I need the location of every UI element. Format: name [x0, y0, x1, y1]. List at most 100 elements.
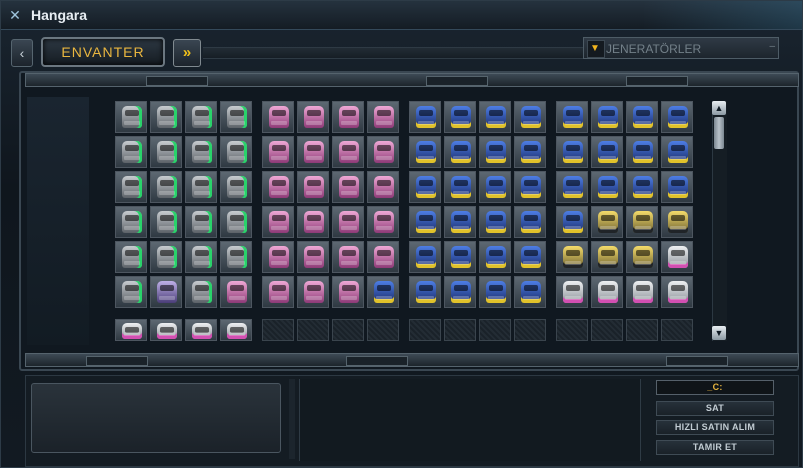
inventory-slot[interactable]: [367, 101, 399, 133]
inventory-slot[interactable]: [444, 101, 476, 133]
inventory-slot[interactable]: [479, 206, 511, 238]
inventory-slot[interactable]: [115, 241, 147, 273]
inventory-slot[interactable]: [479, 171, 511, 203]
inventory-slot[interactable]: [150, 206, 182, 238]
inventory-slot[interactable]: [220, 241, 252, 273]
empty-slot[interactable]: [479, 319, 511, 341]
inventory-slot[interactable]: [115, 136, 147, 168]
inventory-slot[interactable]: [297, 136, 329, 168]
inventory-slot[interactable]: [444, 171, 476, 203]
scroll-thumb[interactable]: [714, 117, 724, 149]
inventory-slot[interactable]: [409, 241, 441, 273]
inventory-slot[interactable]: [444, 241, 476, 273]
inventory-slot[interactable]: [150, 101, 182, 133]
inventory-slot[interactable]: [626, 136, 658, 168]
inventory-slot[interactable]: [185, 101, 217, 133]
inventory-slot[interactable]: [185, 136, 217, 168]
inventory-slot[interactable]: [297, 171, 329, 203]
inventory-slot[interactable]: [262, 206, 294, 238]
inventory-slot[interactable]: [185, 276, 217, 308]
inventory-slot[interactable]: [514, 101, 546, 133]
inventory-slot[interactable]: [115, 319, 147, 341]
inventory-slot[interactable]: [479, 241, 511, 273]
sell-button[interactable]: SAT: [656, 401, 774, 416]
empty-slot[interactable]: [556, 319, 588, 341]
inventory-slot[interactable]: [115, 206, 147, 238]
empty-slot[interactable]: [591, 319, 623, 341]
inventory-slot[interactable]: [185, 241, 217, 273]
inventory-slot[interactable]: [150, 319, 182, 341]
inventory-slot[interactable]: [626, 241, 658, 273]
inventory-slot[interactable]: [479, 101, 511, 133]
inventory-slot[interactable]: [332, 136, 364, 168]
inventory-slot[interactable]: [150, 241, 182, 273]
empty-slot[interactable]: [514, 319, 546, 341]
inventory-slot[interactable]: [409, 101, 441, 133]
inventory-slot[interactable]: [514, 171, 546, 203]
inventory-slot[interactable]: [367, 136, 399, 168]
inventory-slot[interactable]: [150, 171, 182, 203]
inventory-slot[interactable]: [444, 276, 476, 308]
inventory-slot[interactable]: [479, 136, 511, 168]
inventory-slot[interactable]: [150, 276, 182, 308]
inventory-slot[interactable]: [367, 276, 399, 308]
empty-slot[interactable]: [626, 319, 658, 341]
inventory-slot[interactable]: [591, 101, 623, 133]
inventory-slot[interactable]: [332, 206, 364, 238]
inventory-slot[interactable]: [115, 171, 147, 203]
inventory-slot[interactable]: [220, 276, 252, 308]
empty-slot[interactable]: [444, 319, 476, 341]
inventory-slot[interactable]: [591, 241, 623, 273]
inventory-slot[interactable]: [626, 276, 658, 308]
inventory-slot[interactable]: [150, 136, 182, 168]
inventory-slot[interactable]: [115, 101, 147, 133]
inventory-slot[interactable]: [220, 171, 252, 203]
inventory-slot[interactable]: [409, 171, 441, 203]
inventory-slot[interactable]: [444, 206, 476, 238]
inventory-slot[interactable]: [626, 206, 658, 238]
inventory-slot[interactable]: [185, 206, 217, 238]
inventory-slot[interactable]: [444, 136, 476, 168]
inventory-slot[interactable]: [115, 276, 147, 308]
inventory-slot[interactable]: [332, 171, 364, 203]
category-dropdown[interactable]: ▼ JENERATÖRLER –: [583, 37, 779, 59]
inventory-slot[interactable]: [297, 241, 329, 273]
empty-slot[interactable]: [367, 319, 399, 341]
inventory-slot[interactable]: [556, 101, 588, 133]
prev-tab-button[interactable]: ‹: [11, 39, 33, 67]
inventory-slot[interactable]: [262, 241, 294, 273]
inventory-slot[interactable]: [556, 136, 588, 168]
inventory-slot[interactable]: [262, 101, 294, 133]
inventory-slot[interactable]: [262, 136, 294, 168]
inventory-slot[interactable]: [367, 206, 399, 238]
inventory-slot[interactable]: [661, 276, 693, 308]
inventory-slot[interactable]: [262, 276, 294, 308]
inventory-slot[interactable]: [297, 101, 329, 133]
inventory-slot[interactable]: [661, 136, 693, 168]
empty-slot[interactable]: [332, 319, 364, 341]
inventory-slot[interactable]: [332, 241, 364, 273]
dropdown-toggle[interactable]: ▼: [587, 40, 605, 58]
inventory-slot[interactable]: [367, 241, 399, 273]
inventory-slot[interactable]: [409, 276, 441, 308]
empty-slot[interactable]: [409, 319, 441, 341]
inventory-slot[interactable]: [514, 136, 546, 168]
inventory-slot[interactable]: [626, 171, 658, 203]
quick-buy-button[interactable]: HIZLI SATIN ALIM: [656, 420, 774, 435]
inventory-slot[interactable]: [479, 276, 511, 308]
inventory-slot[interactable]: [661, 171, 693, 203]
empty-slot[interactable]: [661, 319, 693, 341]
inventory-slot[interactable]: [332, 276, 364, 308]
inventory-slot[interactable]: [220, 319, 252, 341]
scroll-down-button[interactable]: ▼: [712, 326, 726, 340]
inventory-slot[interactable]: [220, 101, 252, 133]
inventory-slot[interactable]: [556, 171, 588, 203]
inventory-slot[interactable]: [661, 206, 693, 238]
inventory-slot[interactable]: [220, 206, 252, 238]
empty-slot[interactable]: [297, 319, 329, 341]
inventory-slot[interactable]: [409, 206, 441, 238]
repair-button[interactable]: TAMIR ET: [656, 440, 774, 455]
tab-inventory[interactable]: ENVANTER: [41, 37, 165, 67]
inventory-slot[interactable]: [297, 206, 329, 238]
scroll-up-button[interactable]: ▲: [712, 101, 726, 115]
